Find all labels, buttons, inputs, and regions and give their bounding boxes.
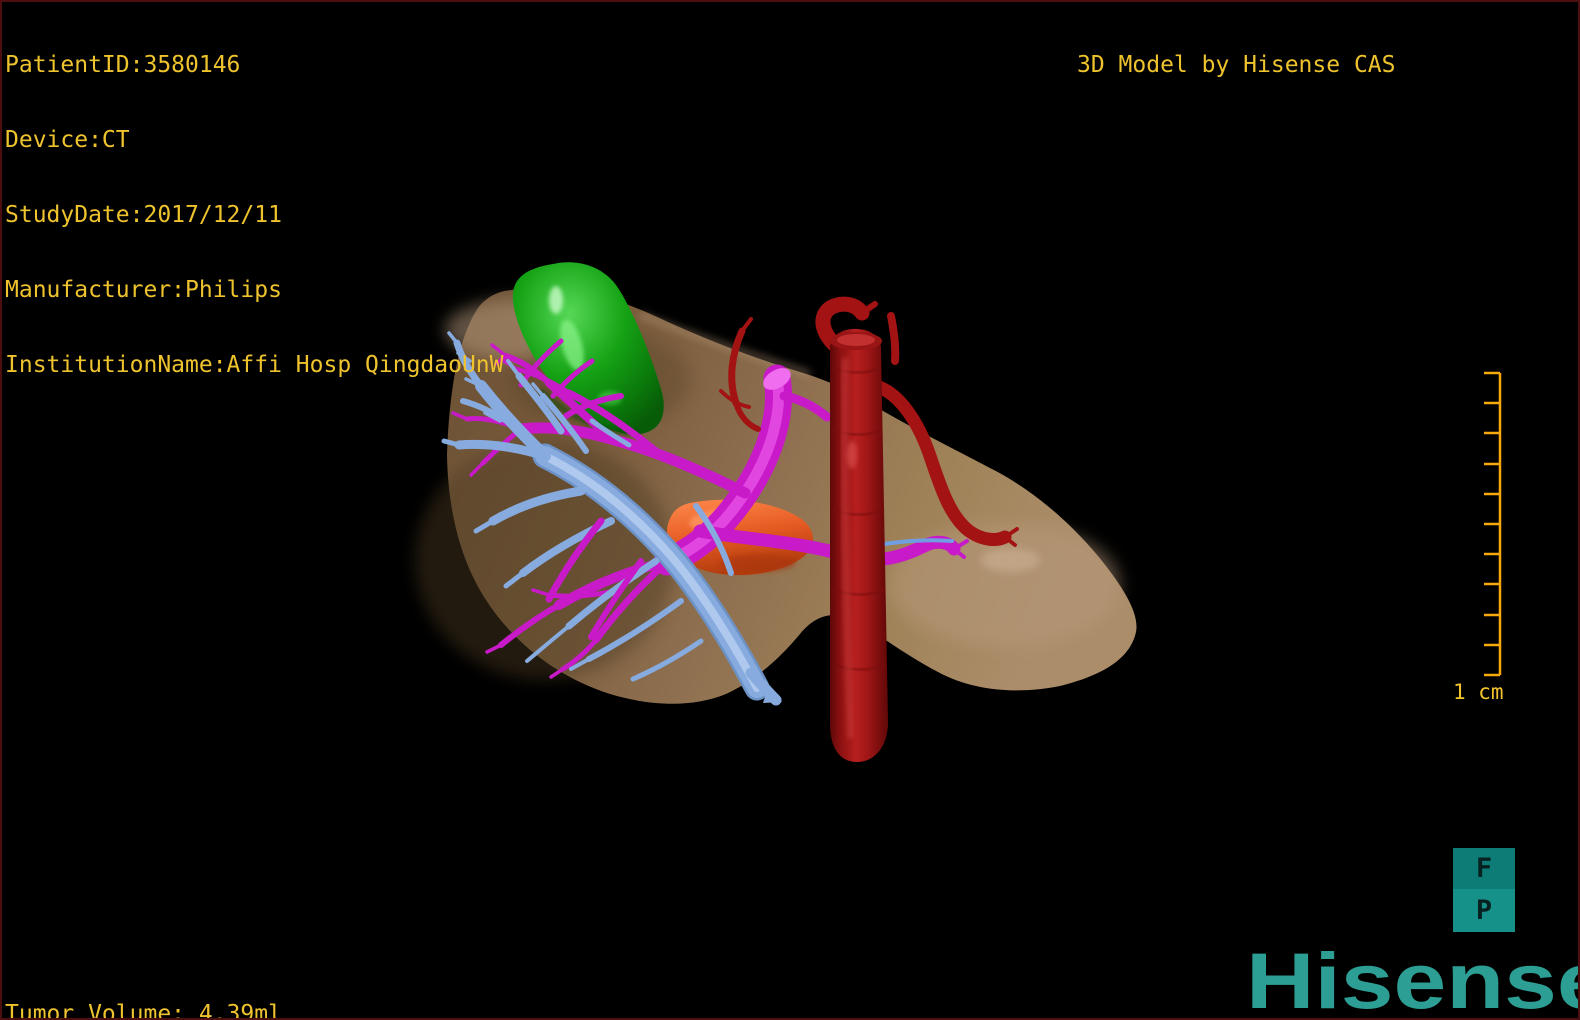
liver-body: [415, 289, 1137, 704]
patient-id-line: PatientID:3580146: [5, 52, 241, 78]
device-line: Device:CT: [5, 127, 130, 153]
orientation-marker: F P: [1453, 848, 1515, 932]
app-credit-overlay: 3D Model by Hisense CAS: [1077, 3, 1396, 128]
institution-line: InstitutionName:Affi Hosp QingdaoUnW: [5, 352, 504, 378]
volume-info-overlay: Tumor Volume: 4.39ml Liver Volume: 1451m…: [5, 952, 282, 1020]
orientation-top-label: F: [1453, 848, 1515, 889]
viewer-screen: 1 cm PatientID:3580146 Device:CT StudyDa…: [0, 0, 1580, 1020]
study-date-line: StudyDate:2017/12/11: [5, 202, 282, 228]
app-credit-text: 3D Model by Hisense CAS: [1077, 52, 1396, 78]
manufacturer-line: Manufacturer:Philips: [5, 277, 282, 303]
orientation-bottom-label: P: [1453, 889, 1515, 932]
aorta: [830, 328, 889, 762]
hisense-logo: Hisense: [1246, 936, 1580, 1020]
patient-info-overlay: PatientID:3580146 Device:CT StudyDate:20…: [5, 3, 504, 428]
scale-bar: 1 cm: [1453, 371, 1504, 704]
tumor-volume-line: Tumor Volume: 4.39ml: [5, 1001, 282, 1020]
scale-bar-label: 1 cm: [1453, 680, 1504, 704]
